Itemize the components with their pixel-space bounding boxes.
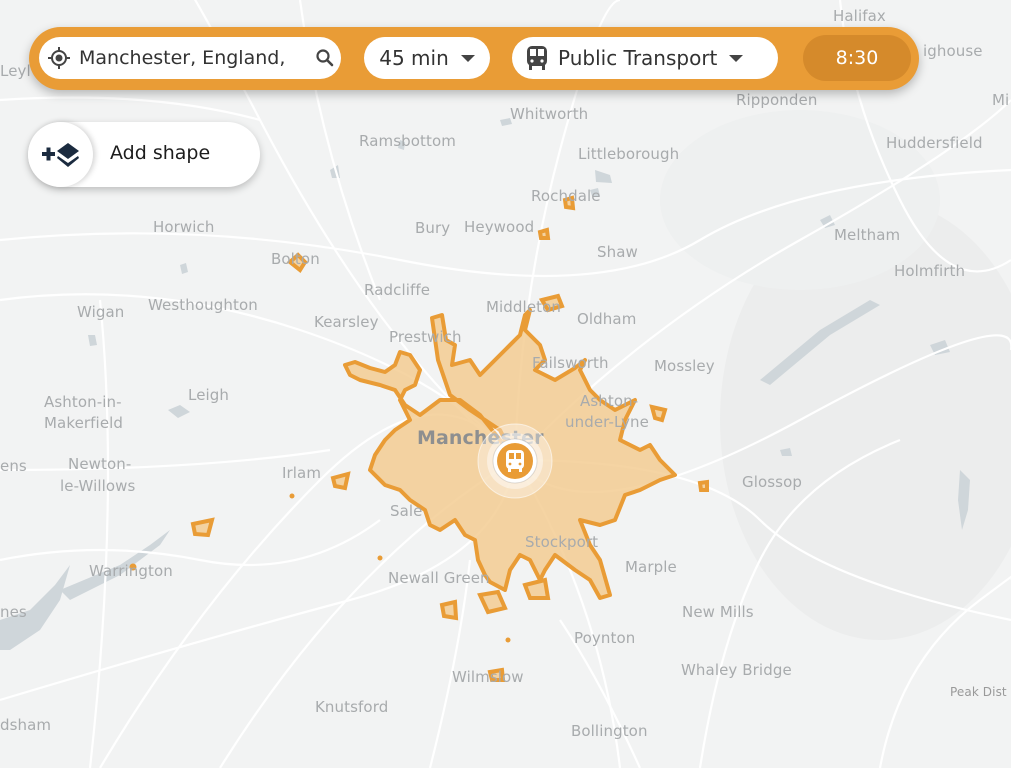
- map-label: ighouse: [923, 42, 983, 60]
- map-label: Ashton-in-: [44, 393, 122, 411]
- map-label: Whitworth: [510, 105, 589, 123]
- map-canvas[interactable]: Halifax ighouse Ripponden Mi Leyl Whitwo…: [0, 0, 1011, 768]
- map-label: Newall Green: [388, 569, 490, 587]
- map-label: Bury: [415, 219, 451, 237]
- map-label: Prestwich: [389, 328, 462, 346]
- map-label: Makerfield: [44, 414, 124, 432]
- map-label: Wilmslow: [452, 668, 524, 686]
- map-label: Ripponden: [736, 91, 818, 109]
- map-label: Irlam: [282, 464, 322, 482]
- map-label: Marple: [625, 558, 677, 576]
- map-label: Middleton: [486, 298, 562, 316]
- location-input[interactable]: Manchester, England,: [79, 47, 309, 69]
- chevron-down-icon: [729, 54, 744, 62]
- map-label: Failsworth: [532, 354, 609, 372]
- map-label: Halifax: [833, 7, 886, 25]
- map-label: Leyl: [0, 62, 31, 80]
- map-label: Holmfirth: [894, 262, 966, 280]
- map-label: Horwich: [153, 218, 215, 236]
- map-label: Ramsbottom: [359, 132, 456, 150]
- map-label: Newton-: [68, 455, 132, 473]
- map-label: Bolton: [271, 250, 320, 268]
- add-shape-button[interactable]: Add shape: [28, 122, 260, 187]
- map-label: Poynton: [574, 629, 636, 647]
- map-label: Bollington: [571, 722, 648, 740]
- map-label: Stockport: [525, 533, 599, 551]
- map-label: Whaley Bridge: [681, 661, 792, 679]
- duration-value: 45 min: [379, 46, 449, 70]
- map-label: dsham: [0, 716, 52, 734]
- search-toolbar: Manchester, England, 45 min Public Trans…: [29, 27, 919, 90]
- map-label: Sale: [390, 502, 423, 520]
- map-label: Wigan: [77, 303, 125, 321]
- map-label: Westhoughton: [148, 296, 258, 314]
- map-label: Mossley: [654, 357, 715, 375]
- map-label: Oldham: [577, 310, 637, 328]
- map-label: Littleborough: [578, 145, 680, 163]
- map-label: Ashton-: [580, 392, 639, 410]
- map-label: Heywood: [464, 218, 535, 236]
- departure-time-button[interactable]: 8:30: [803, 35, 911, 81]
- train-icon: [526, 45, 548, 71]
- map-label: Rochdale: [531, 187, 601, 205]
- origin-marker[interactable]: [477, 423, 553, 499]
- add-shape-label: Add shape: [110, 142, 211, 164]
- add-layer-icon: [28, 122, 93, 187]
- train-icon: [506, 450, 524, 472]
- map-label: Mi: [992, 91, 1010, 109]
- map-label: Meltham: [834, 226, 901, 244]
- map-label: Huddersfield: [886, 134, 983, 152]
- map-label: Kearsley: [314, 313, 379, 331]
- map-label: nes: [0, 603, 27, 621]
- map-label: Glossop: [742, 473, 802, 491]
- transport-mode-value: Public Transport: [558, 46, 718, 70]
- map-label: Warrington: [89, 562, 173, 580]
- duration-dropdown[interactable]: 45 min: [364, 37, 490, 79]
- search-icon[interactable]: [315, 48, 335, 68]
- map-label: Knutsford: [315, 698, 389, 716]
- locate-icon[interactable]: [47, 46, 71, 70]
- map-label: ens: [0, 457, 27, 475]
- chevron-down-icon: [460, 54, 475, 62]
- location-search-field[interactable]: Manchester, England,: [39, 37, 341, 79]
- map-background: [0, 0, 1011, 768]
- map-label: Leigh: [188, 386, 230, 404]
- map-label: le-Willows: [60, 477, 136, 495]
- transport-mode-dropdown[interactable]: Public Transport: [512, 37, 778, 79]
- map-label: under-Lyne: [565, 413, 649, 431]
- map-label: New Mills: [682, 603, 754, 621]
- map-label: Radcliffe: [364, 281, 431, 299]
- map-label: Peak Dist: [950, 685, 1007, 699]
- map-label: Shaw: [597, 243, 638, 261]
